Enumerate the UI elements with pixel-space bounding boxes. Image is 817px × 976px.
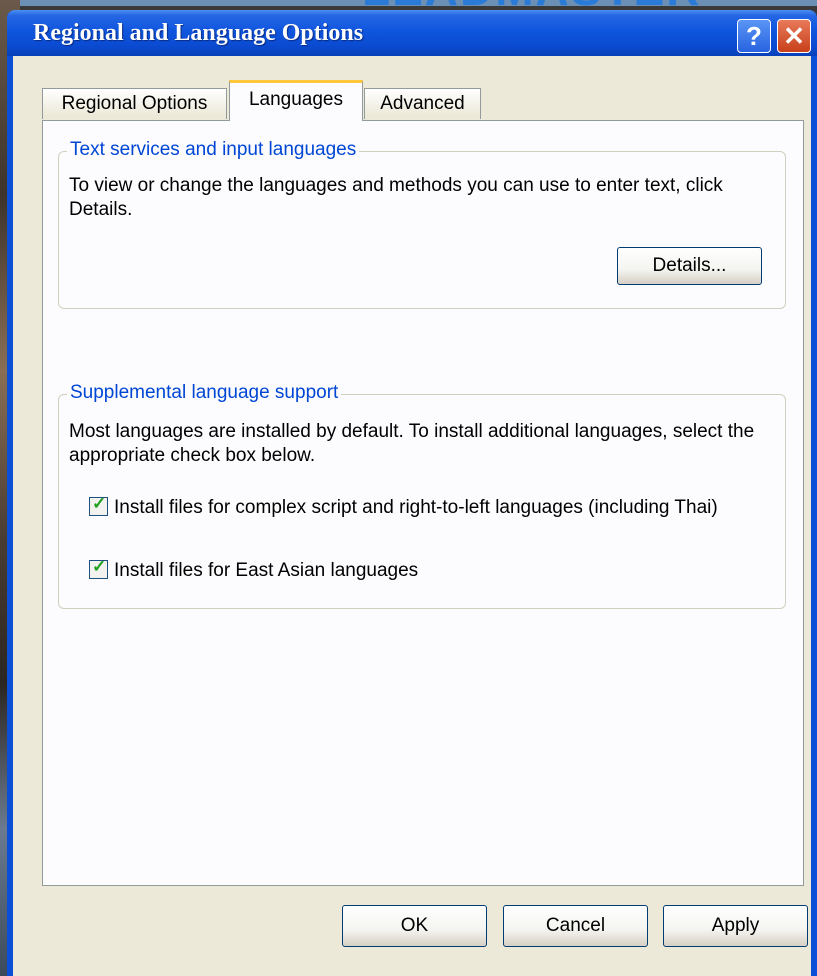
window-title: Regional and Language Options (33, 20, 364, 46)
checkbox-east-asian[interactable]: ✓ (89, 557, 108, 579)
checkmark-icon: ✓ (92, 557, 107, 576)
help-button[interactable]: ? (737, 19, 771, 53)
text-services-description: To view or change the languages and meth… (69, 175, 723, 220)
ok-button[interactable]: OK (342, 905, 487, 947)
dialog-window: Regional and Language Options ? ✕ Region… (7, 10, 817, 976)
text-services-group-title: Text services and input languages (67, 139, 360, 161)
supplemental-group-title: Supplemental language support (67, 382, 342, 404)
tab-panel-languages: Text services and input languages To vie… (42, 120, 804, 886)
tab-languages[interactable]: Languages (229, 80, 363, 121)
text-services-group: Text services and input languages To vie… (58, 139, 786, 309)
tab-regional-options[interactable]: Regional Options (42, 88, 227, 119)
checkbox-complex-script[interactable]: ✓ (89, 494, 108, 516)
apply-button[interactable]: Apply (663, 905, 808, 947)
cancel-button[interactable]: Cancel (503, 905, 648, 947)
details-button[interactable]: Details... (617, 247, 762, 285)
close-button[interactable]: ✕ (777, 19, 811, 53)
tab-advanced[interactable]: Advanced (364, 88, 481, 119)
title-bar[interactable]: Regional and Language Options ? ✕ (7, 10, 817, 56)
help-icon: ? (746, 21, 762, 51)
checkbox-east-asian-label[interactable]: Install files for East Asian languages (114, 559, 774, 583)
close-icon: ✕ (783, 21, 805, 51)
dialog-client-area: Regional Options Languages Advanced Text… (13, 56, 811, 976)
supplemental-description: Most languages are installed by default.… (69, 421, 755, 466)
supplemental-group: Supplemental language support Most langu… (58, 382, 786, 609)
checkmark-icon: ✓ (92, 494, 107, 513)
checkbox-complex-script-label[interactable]: Install files for complex script and rig… (114, 496, 774, 520)
